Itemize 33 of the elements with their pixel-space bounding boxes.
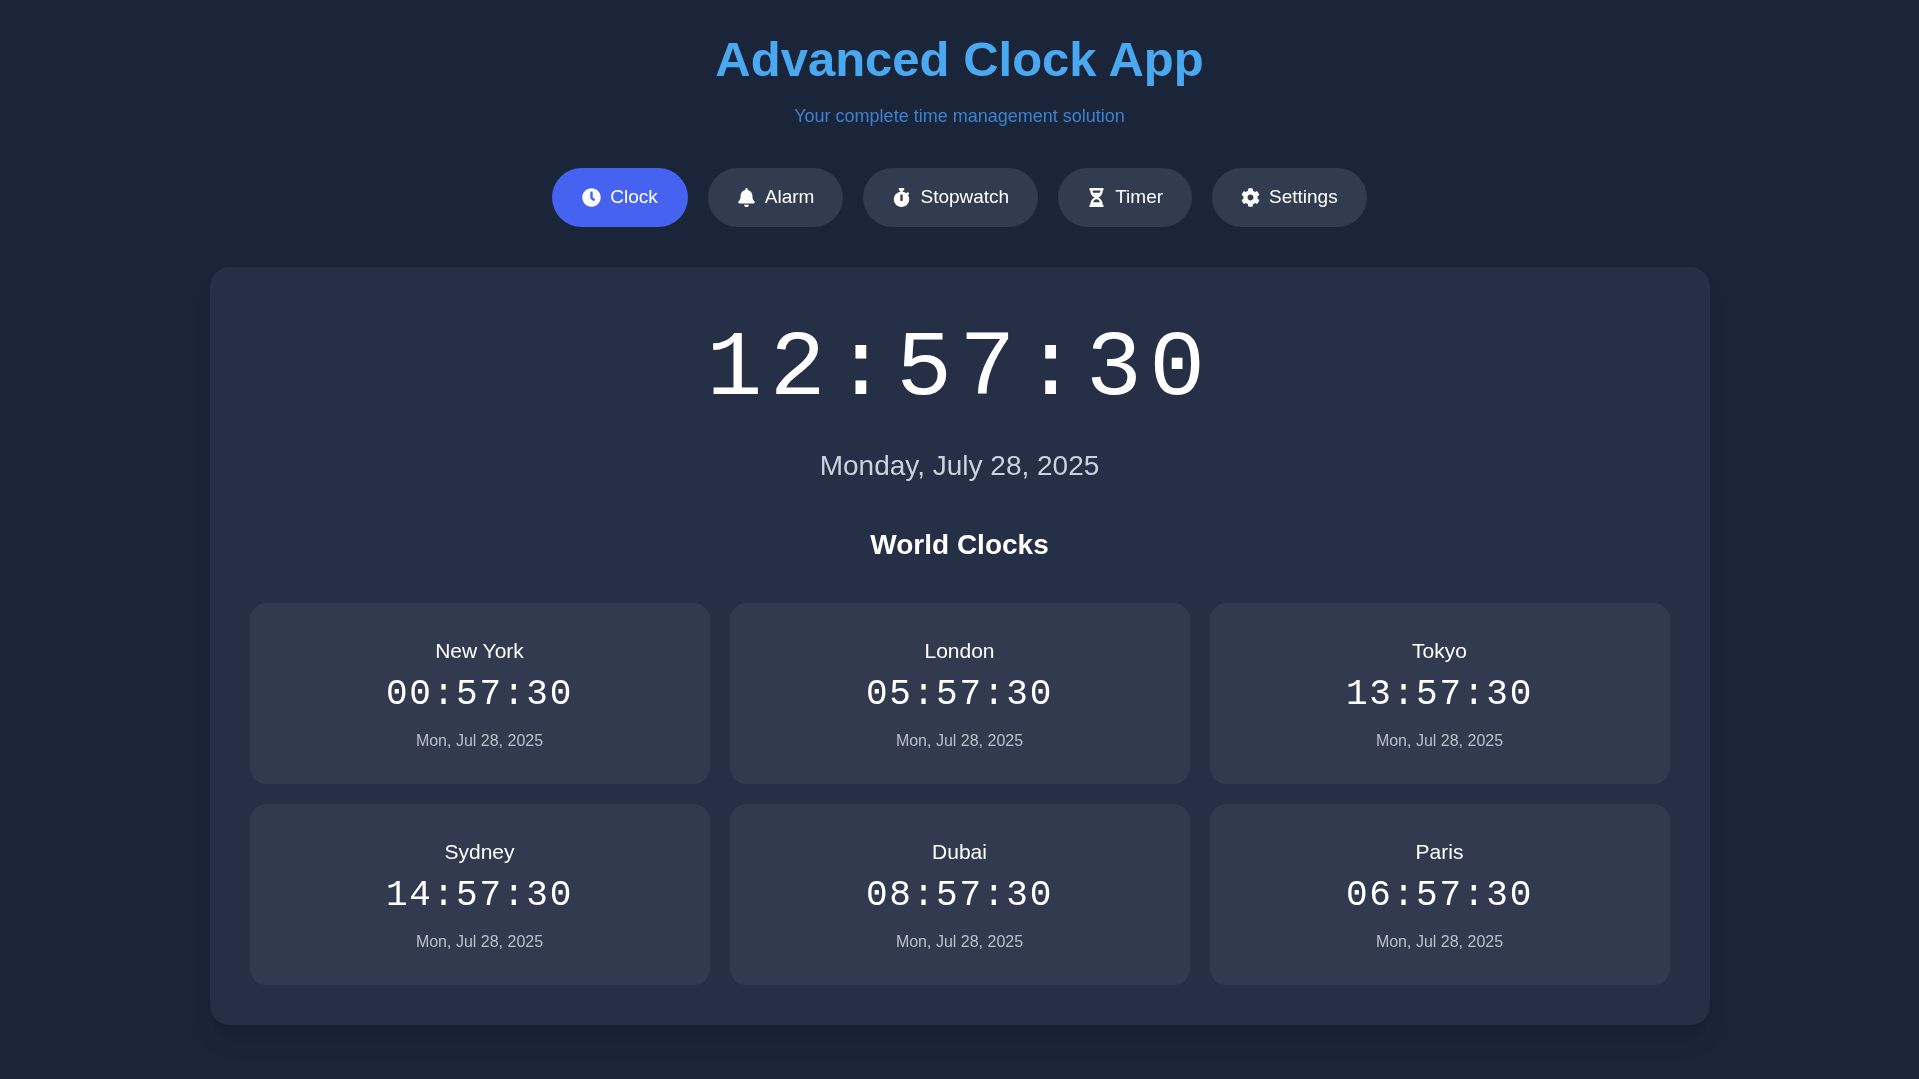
world-clocks-heading: World Clocks xyxy=(870,528,1049,562)
city-date: Mon, Jul 28, 2025 xyxy=(1375,932,1504,952)
current-date: Monday, July 28, 2025 xyxy=(819,449,1100,483)
city-name: Sydney xyxy=(444,839,515,865)
app-subtitle: Your complete time management solution xyxy=(794,105,1125,128)
tab[interactable]: Settings xyxy=(1212,168,1367,227)
hourglass-icon xyxy=(1087,188,1107,207)
app-title: Advanced Clock App xyxy=(715,31,1204,88)
city-name: New York xyxy=(435,638,524,664)
settings-icon xyxy=(1241,188,1261,207)
city-date: Mon, Jul 28, 2025 xyxy=(415,932,544,952)
city-name: Dubai xyxy=(932,839,987,865)
stopwatch-icon xyxy=(892,188,912,207)
city-name: Paris xyxy=(1415,839,1464,865)
clock-icon xyxy=(582,188,602,207)
city-date: Mon, Jul 28, 2025 xyxy=(895,731,1024,751)
city-time: 13:57:30 xyxy=(1345,674,1534,716)
city-name: Tokyo xyxy=(1412,638,1467,664)
city-time: 08:57:30 xyxy=(865,875,1054,917)
city-date: Mon, Jul 28, 2025 xyxy=(895,932,1024,952)
city-date: Mon, Jul 28, 2025 xyxy=(1375,731,1504,751)
tab[interactable]: Timer xyxy=(1058,168,1193,227)
tab[interactable]: Alarm xyxy=(707,168,844,227)
city-time: 14:57:30 xyxy=(385,875,574,917)
city-name: London xyxy=(924,638,995,664)
tab[interactable]: Clock xyxy=(552,168,688,227)
tab[interactable]: Stopwatch xyxy=(863,168,1039,227)
city-date: Mon, Jul 28, 2025 xyxy=(415,731,544,751)
bell-icon xyxy=(736,188,756,207)
current-time: 12:57:30 xyxy=(706,320,1213,420)
city-time: 05:57:30 xyxy=(865,674,1054,716)
city-time: 06:57:30 xyxy=(1345,875,1534,917)
city-time: 00:57:30 xyxy=(385,674,574,716)
